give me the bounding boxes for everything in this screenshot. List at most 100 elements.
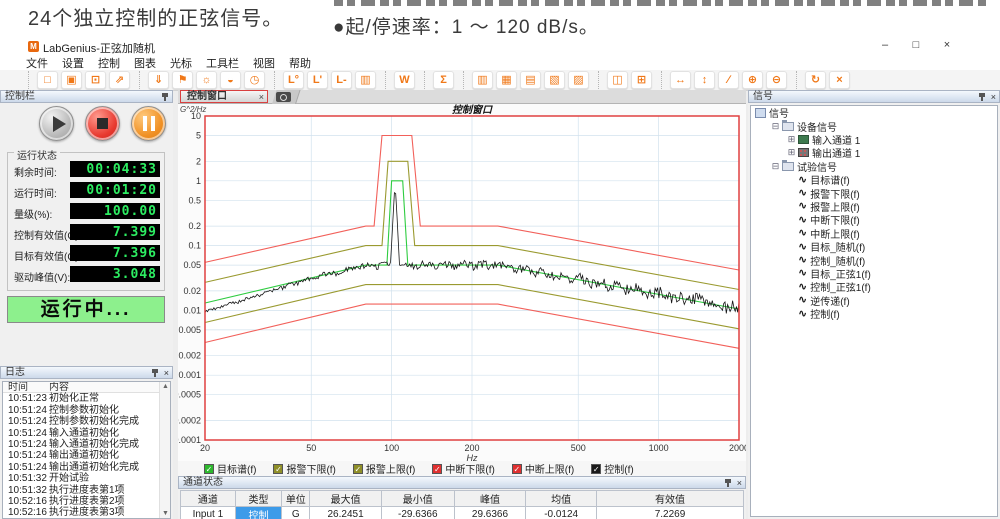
tree-item-inverse-transfer[interactable]: ∿逆传递(f) xyxy=(751,293,997,306)
settings-gear-button[interactable]: ☼ xyxy=(196,71,217,89)
level-prime-icon: L' xyxy=(313,75,322,86)
start-button[interactable] xyxy=(39,106,74,141)
legend-item[interactable]: ✓中断下限(f) xyxy=(432,461,494,476)
bar-graph-3-button[interactable]: ▤ xyxy=(520,71,541,89)
export-button[interactable]: ⇗ xyxy=(109,71,130,89)
graph-diagonal-button[interactable]: ▨ xyxy=(568,71,589,89)
tree-item-alarm-upper[interactable]: ∿报警上限(f) xyxy=(751,200,997,213)
menu-item-help[interactable]: 帮助 xyxy=(289,55,311,71)
tree-item-abort-upper[interactable]: ∿中断上限(f) xyxy=(751,227,997,240)
log-scrollbar[interactable]: ▲ ▼ xyxy=(159,382,170,518)
tree-item-control-sine1[interactable]: ∿控制_正弦1(f) xyxy=(751,280,997,293)
layout-windows-button[interactable]: ◫ xyxy=(607,71,628,89)
word-report-button[interactable]: W xyxy=(394,71,415,89)
log-content: 初始化正常 xyxy=(49,393,159,404)
menu-item-cursor[interactable]: 光标 xyxy=(170,55,192,71)
legend-item[interactable]: ✓中断上限(f) xyxy=(512,461,574,476)
cursor-vertical-button[interactable]: ↕ xyxy=(694,71,715,89)
restore-button[interactable]: □ xyxy=(909,39,923,51)
control-window-chart[interactable]: 105210.50.20.10.050.020.010.0050.0020.00… xyxy=(178,104,746,461)
log-content: 控制参数初始化完成 xyxy=(49,416,159,427)
schedule-clock-button[interactable]: ◷ xyxy=(244,71,265,89)
pin-icon[interactable] xyxy=(978,93,986,102)
menu-item-settings[interactable]: 设置 xyxy=(62,55,84,71)
expand-icon[interactable]: ⊞ xyxy=(787,148,796,157)
save-button[interactable]: ▣ xyxy=(61,71,82,89)
scroll-up-icon[interactable]: ▲ xyxy=(162,383,169,390)
tree-item-device-signals[interactable]: ⊟设备信号 xyxy=(751,119,997,132)
tree-item-abort-lower[interactable]: ∿中断下限(f) xyxy=(751,213,997,226)
tree-item-control-signal[interactable]: ∿控制(f) xyxy=(751,307,997,320)
tree-item-alarm-lower[interactable]: ∿报警下限(f) xyxy=(751,186,997,199)
pin-icon[interactable] xyxy=(724,479,732,488)
flag-button[interactable]: ⚑ xyxy=(172,71,193,89)
legend-checkbox-icon[interactable]: ✓ xyxy=(204,464,214,474)
zoom-in-button[interactable]: ⊕ xyxy=(742,71,763,89)
bar-graph-1-button[interactable]: ▥ xyxy=(472,71,493,89)
log-content: 输出通道初始化完成 xyxy=(49,462,159,473)
legend-item[interactable]: ✓控制(f) xyxy=(591,461,633,476)
legend-item[interactable]: ✓报警上限(f) xyxy=(353,461,415,476)
camera-icon[interactable] xyxy=(276,92,291,102)
import-button[interactable]: ⇓ xyxy=(148,71,169,89)
open-button[interactable]: ⊡ xyxy=(85,71,106,89)
bar-graph-edit-button[interactable]: ▧ xyxy=(544,71,565,89)
window-title: LabGenius-正弦加随机 xyxy=(43,40,155,56)
log-row: 10:51:32执行进度表第1项 xyxy=(3,485,159,496)
cursor-horizontal-button[interactable]: ↔ xyxy=(670,71,691,89)
refresh-button[interactable]: ↻ xyxy=(805,71,826,89)
level-degree-button[interactable]: L° xyxy=(283,71,304,89)
menu-item-file[interactable]: 文件 xyxy=(26,55,48,71)
tree-item-target-spectrum[interactable]: ∿目标谱(f) xyxy=(751,173,997,186)
tab-close-icon[interactable]: × xyxy=(259,91,264,103)
level-minus-button[interactable]: L- xyxy=(331,71,352,89)
legend-item[interactable]: ✓报警下限(f) xyxy=(273,461,335,476)
scroll-down-icon[interactable]: ▼ xyxy=(162,510,169,517)
zoom-extent-button[interactable]: × xyxy=(829,71,850,89)
channel-col-header: 类型 xyxy=(235,491,282,507)
minimize-button[interactable]: – xyxy=(878,39,892,51)
close-icon[interactable]: × xyxy=(737,479,742,488)
channel-status-panel: 通道状态 × 通道类型单位最大值最小值峰值均值有效值Input 1控制G26.2… xyxy=(178,476,746,519)
menu-item-charts[interactable]: 图表 xyxy=(134,55,156,71)
close-button[interactable]: × xyxy=(940,39,954,51)
legend-checkbox-icon[interactable]: ✓ xyxy=(353,464,363,474)
tree-item-test-signals[interactable]: ⊟试验信号 xyxy=(751,160,997,173)
stop-button[interactable] xyxy=(85,106,120,141)
level-prime-button[interactable]: L' xyxy=(307,71,328,89)
menu-item-view[interactable]: 视图 xyxy=(253,55,275,71)
menu-item-toolbars[interactable]: 工具栏 xyxy=(206,55,239,71)
legend-checkbox-icon[interactable]: ✓ xyxy=(432,464,442,474)
expand-icon[interactable]: ⊞ xyxy=(787,135,796,144)
tree-item-signals-root[interactable]: 信号 xyxy=(751,106,997,119)
legend-checkbox-icon[interactable]: ✓ xyxy=(273,464,283,474)
menu-item-control[interactable]: 控制 xyxy=(98,55,120,71)
bar-graph-2-button[interactable]: ▦ xyxy=(496,71,517,89)
new-file-button[interactable]: □ xyxy=(37,71,58,89)
log-col-content: 内容 xyxy=(49,382,159,393)
tree-item-control-random[interactable]: ∿控制_随机(f) xyxy=(751,253,997,266)
layout-grid-button[interactable]: ⊞ xyxy=(631,71,652,89)
legend-checkbox-icon[interactable]: ✓ xyxy=(591,464,601,474)
tree-item-input-channel-1[interactable]: ⊞输入通道 1 xyxy=(751,133,997,146)
close-icon[interactable]: × xyxy=(164,369,169,378)
spectrum-disc-button[interactable]: ◒ xyxy=(220,71,241,89)
tree-item-target-sine1[interactable]: ∿目标_正弦1(f) xyxy=(751,267,997,280)
pin-icon[interactable] xyxy=(161,93,169,102)
cursor-slope-button[interactable]: ∕ xyxy=(718,71,739,89)
copy-window-button[interactable]: ▥ xyxy=(355,71,376,89)
legend-item[interactable]: ✓目标谱(f) xyxy=(204,461,256,476)
zoom-out-button[interactable]: ⊖ xyxy=(766,71,787,89)
close-icon[interactable]: × xyxy=(991,93,996,102)
tree-item-output-channel-1[interactable]: ⊞输出通道 1 xyxy=(751,146,997,159)
tree-item-target-random[interactable]: ∿目标_随机(f) xyxy=(751,240,997,253)
pin-icon[interactable] xyxy=(151,369,159,378)
legend-checkbox-icon[interactable]: ✓ xyxy=(512,464,522,474)
y-tick-label: 0.05 xyxy=(183,260,201,270)
toolbar-group-3: W xyxy=(385,71,424,89)
collapse-icon[interactable]: ⊟ xyxy=(771,162,780,171)
collapse-icon[interactable]: ⊟ xyxy=(771,122,780,131)
pause-button[interactable] xyxy=(131,106,166,141)
sigma-sum-button[interactable]: Σ xyxy=(433,71,454,89)
tab-control-window[interactable]: 控制窗口 × xyxy=(180,90,268,103)
